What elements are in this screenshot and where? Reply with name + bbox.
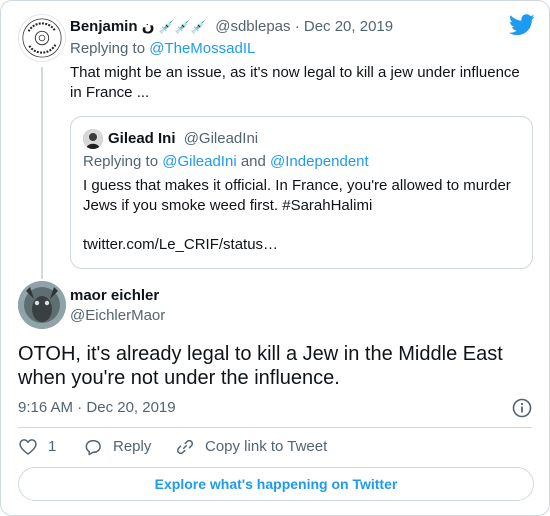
separator-dot: · [77,399,83,416]
main-author-handle[interactable]: @EichlerMaor [70,306,165,326]
embedded-tweet-card: Benjamin ن 💉💉💉 @sdblepas · Dec 20, 2019 R… [0,0,550,516]
like-count: 1 [48,438,57,455]
main-author-name[interactable]: maor eichler [70,286,159,306]
copy-link-label: Copy link to Tweet [205,438,328,455]
reply-bubble-icon [85,440,101,456]
thread-connector-line [41,67,43,279]
divider [18,427,532,428]
main-tweet-timestamp[interactable]: 9:16 AM · Dec 20, 2019 [18,398,176,418]
replying-to-label: Replying to [70,40,146,57]
info-icon[interactable] [511,397,533,419]
parent-author-avatar[interactable] [18,14,66,62]
copy-link-button[interactable]: Copy link to Tweet [175,437,327,457]
quoted-author-avatar[interactable] [83,129,103,149]
parent-tweet-date[interactable]: Dec 20, 2019 [304,18,393,35]
certified-dyslexic-stamp-icon [22,18,62,58]
quoted-author-name[interactable]: Gilead Ini [108,130,176,147]
quoted-tweet-text: I guess that makes it official. In Franc… [83,177,511,214]
explore-twitter-button[interactable]: Explore what's happening on Twitter [18,467,534,501]
parent-author-name[interactable]: Benjamin ن [70,18,155,35]
animal-photo-icon [18,281,66,329]
link-icon [176,439,194,455]
parent-author-handle[interactable]: @sdblepas [215,18,290,35]
syringe-emoji-icons: 💉💉💉 [158,19,208,34]
main-author-avatar[interactable] [18,281,66,329]
tweet-date: Dec 20, 2019 [86,399,176,416]
reply-button[interactable]: Reply [83,437,151,457]
heart-icon [19,439,37,455]
replying-to-label: Replying to [83,153,159,170]
mention-link[interactable]: @GileadIni [162,153,236,170]
parent-tweet-text: That might be an issue, as it's now lega… [70,64,520,101]
parent-replying-to: Replying to @TheMossadIL [70,39,255,59]
main-tweet-text: OTOH, it's already legal to kill a Jew i… [18,343,503,389]
mention-link[interactable]: @TheMossadIL [149,40,255,57]
quoted-tweet-header: Gilead Ini @GileadIni [108,129,258,149]
quoted-tweet-link[interactable]: twitter.com/Le_CRIF/status… [83,235,278,255]
separator-dot: · [294,18,300,35]
quoted-tweet[interactable]: Gilead Ini @GileadIni Replying to @Gilea… [70,116,533,269]
parent-tweet-header: Benjamin ن 💉💉💉 @sdblepas · Dec 20, 2019 [70,17,393,37]
quoted-author-handle[interactable]: @GileadIni [184,130,258,147]
mention-link[interactable]: @Independent [270,153,369,170]
reply-label: Reply [113,438,152,455]
tweet-time: 9:16 AM [18,399,74,416]
person-photo-icon [83,129,103,149]
parent-tweet[interactable]: Benjamin ن 💉💉💉 @sdblepas · Dec 20, 2019 R… [1,1,549,279]
and-word: and [240,153,266,170]
quoted-replying-to: Replying to @GileadIni and @Independent [83,152,369,172]
like-button[interactable]: 1 [18,437,56,457]
